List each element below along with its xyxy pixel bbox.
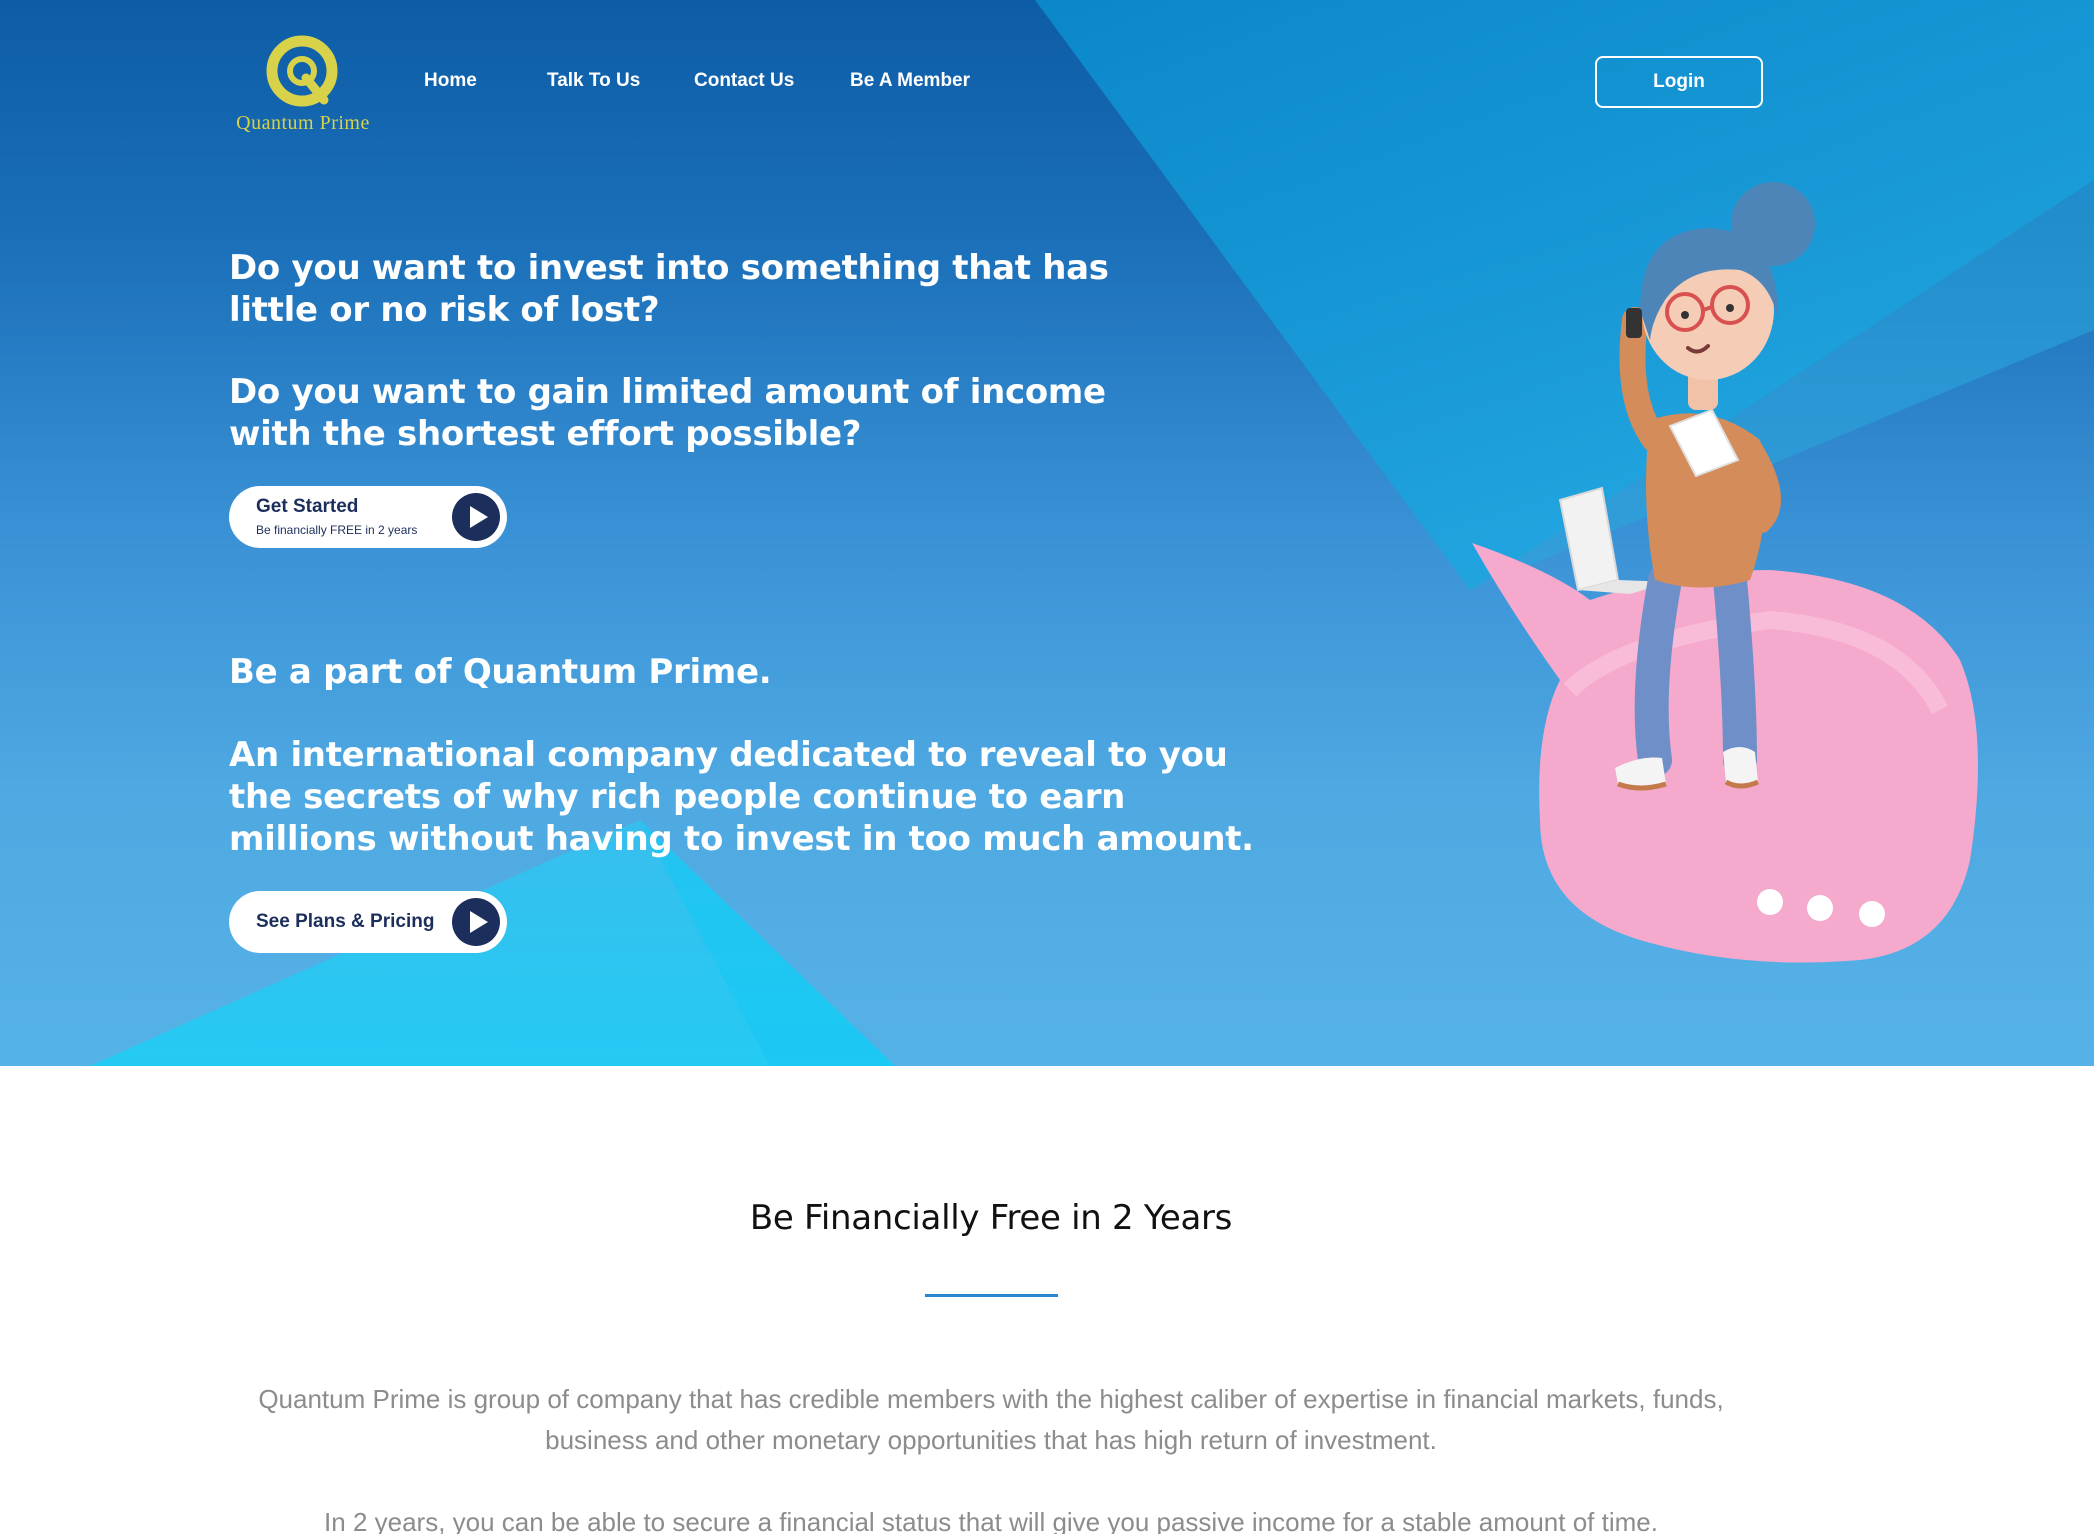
login-button[interactable]: Login bbox=[1595, 56, 1763, 108]
hero-question-2-line-2: with the shortest effort possible? bbox=[229, 414, 862, 454]
play-icon bbox=[452, 493, 500, 541]
section-title: Be Financially Free in 2 Years bbox=[749, 1198, 1233, 1238]
brand-logo[interactable]: Quantum Prime bbox=[228, 30, 378, 140]
get-started-button[interactable]: Get Started Be financially FREE in 2 yea… bbox=[229, 486, 507, 548]
hero-description-line-1: An international company dedicated to re… bbox=[229, 735, 1228, 775]
hero-question-1-line-2: little or no risk of lost? bbox=[229, 290, 660, 330]
hero-section: Quantum Prime Home Talk To Us Contact Us… bbox=[0, 0, 2094, 1066]
laptop-icon bbox=[1558, 486, 1620, 592]
hero-heading-2: Be a part of Quantum Prime. bbox=[229, 652, 772, 692]
about-paragraph-1-line-1: Quantum Prime is group of company that h… bbox=[258, 1384, 1724, 1414]
hero-question-2-line-1: Do you want to gain limited amount of in… bbox=[229, 372, 1106, 412]
phone-icon bbox=[1626, 308, 1642, 338]
bubble-dot-icon bbox=[1859, 901, 1885, 927]
play-icon bbox=[452, 898, 500, 946]
hero-question-1-line-1: Do you want to invest into something tha… bbox=[229, 248, 1109, 288]
quantum-q-logo-icon bbox=[266, 35, 338, 107]
nav-home[interactable]: Home bbox=[424, 70, 477, 92]
get-started-label: Get Started bbox=[256, 496, 359, 517]
nav-be-a-member[interactable]: Be A Member bbox=[850, 70, 970, 92]
see-plans-pricing-button[interactable]: See Plans & Pricing bbox=[229, 891, 507, 953]
nav-talk-to-us[interactable]: Talk To Us bbox=[547, 70, 640, 92]
hair-bun bbox=[1731, 182, 1815, 266]
brand-name: Quantum Prime bbox=[236, 112, 370, 134]
bubble-dot-icon bbox=[1807, 895, 1833, 921]
hero-description: An international company dedicated to re… bbox=[229, 734, 1254, 860]
hero-question-1: Do you want to invest into something tha… bbox=[229, 247, 1109, 331]
see-plans-pricing-label: See Plans & Pricing bbox=[256, 911, 435, 932]
nav-contact-us[interactable]: Contact Us bbox=[694, 70, 794, 92]
hero-description-line-2: the secrets of why rich people continue … bbox=[229, 777, 1126, 817]
about-paragraph-2: In 2 years, you can be able to secure a … bbox=[324, 1507, 1658, 1534]
bubble-dot-icon bbox=[1757, 889, 1783, 915]
hero-question-2: Do you want to gain limited amount of in… bbox=[229, 371, 1106, 455]
about-paragraph-1-line-2: business and other monetary opportunitie… bbox=[545, 1425, 1437, 1455]
title-divider bbox=[925, 1294, 1058, 1297]
hero-illustration bbox=[1472, 182, 1978, 963]
about-paragraph-1: Quantum Prime is group of company that h… bbox=[150, 1379, 1832, 1461]
get-started-subtitle: Be financially FREE in 2 years bbox=[256, 523, 418, 537]
hero-description-line-3: millions without having to invest in too… bbox=[229, 819, 1254, 859]
